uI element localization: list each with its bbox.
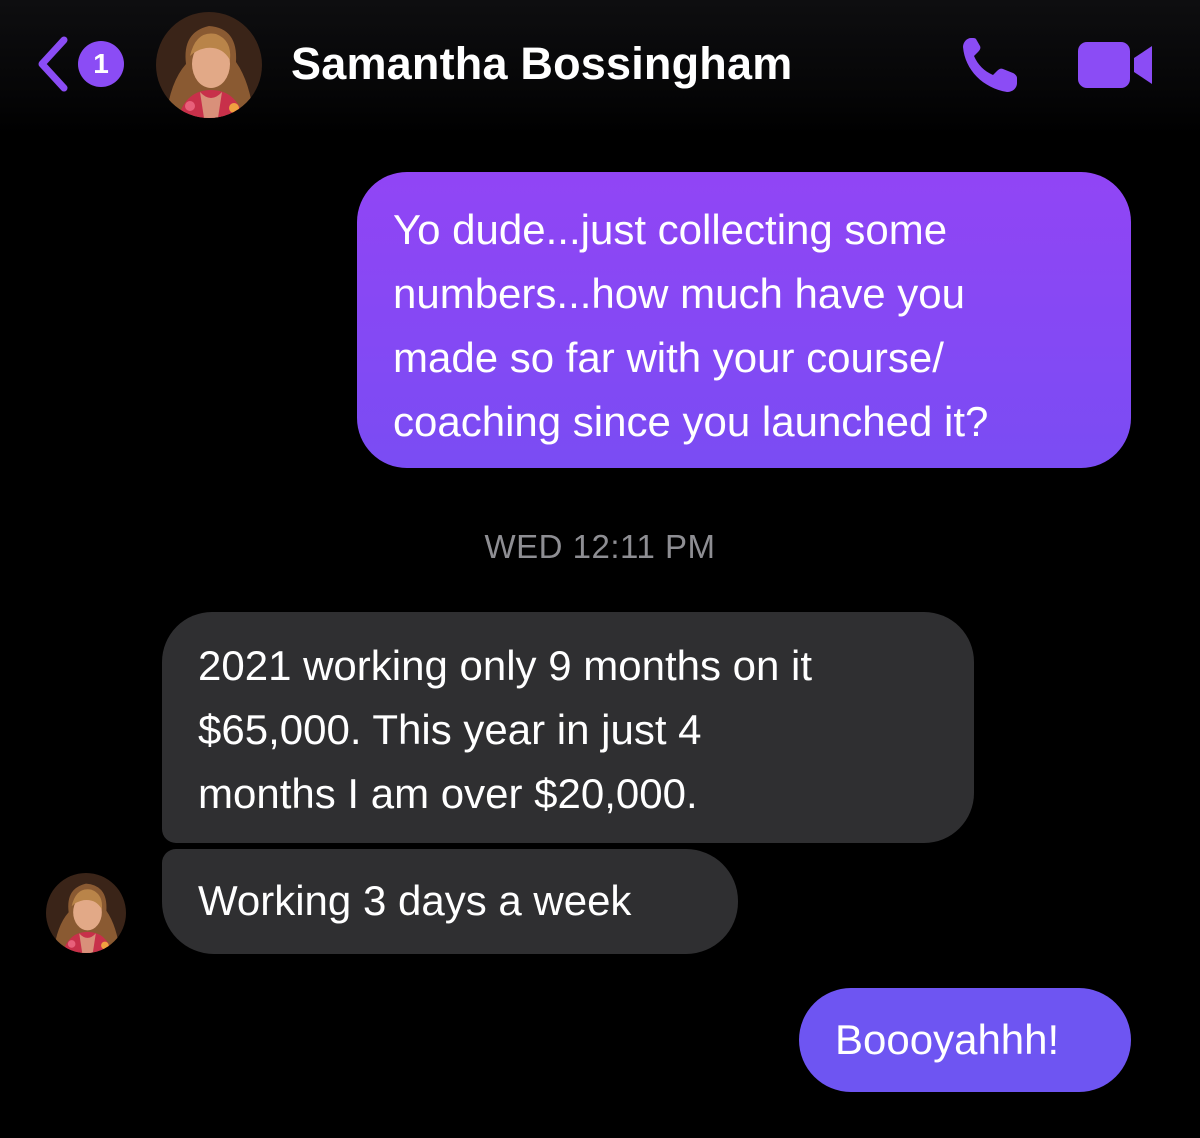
- conversation-header: 1 Samantha Bossingham: [0, 0, 1200, 135]
- message-text-line: coaching since you launched it?: [393, 398, 989, 445]
- contact-avatar[interactable]: [156, 12, 262, 118]
- unread-count-badge: 1: [78, 41, 124, 87]
- message-timestamp: WED 12:11 PM: [484, 528, 716, 565]
- message-text-line: made so far with your course/: [393, 334, 944, 381]
- message-bubble-outgoing[interactable]: Boooyahhh!: [799, 988, 1131, 1092]
- sender-avatar[interactable]: [46, 873, 126, 953]
- video-call-button[interactable]: [1076, 40, 1156, 90]
- message-text-line: $65,000. This year in just 4: [198, 706, 702, 753]
- contact-name[interactable]: Samantha Bossingham: [291, 38, 792, 90]
- message-bubble-outgoing[interactable]: Yo dude...just collecting some numbers..…: [357, 172, 1131, 468]
- back-button[interactable]: 1: [32, 34, 128, 94]
- message-text-line: Working 3 days a week: [198, 877, 632, 924]
- message-bubble-incoming[interactable]: 2021 working only 9 months on it $65,000…: [162, 612, 974, 843]
- phone-icon: [963, 38, 1017, 92]
- message-text-line: Yo dude...just collecting some: [393, 206, 948, 253]
- call-button[interactable]: [957, 34, 1023, 96]
- video-camera-icon: [1078, 42, 1152, 88]
- chevron-left-icon: [38, 36, 68, 92]
- message-text-line: 2021 working only 9 months on it: [198, 642, 813, 689]
- message-bubble-incoming[interactable]: Working 3 days a week: [162, 849, 738, 954]
- message-text-line: Boooyahhh!: [835, 1016, 1060, 1063]
- message-text-line: months I am over $20,000.: [198, 770, 698, 817]
- message-text-line: numbers...how much have you: [393, 270, 965, 317]
